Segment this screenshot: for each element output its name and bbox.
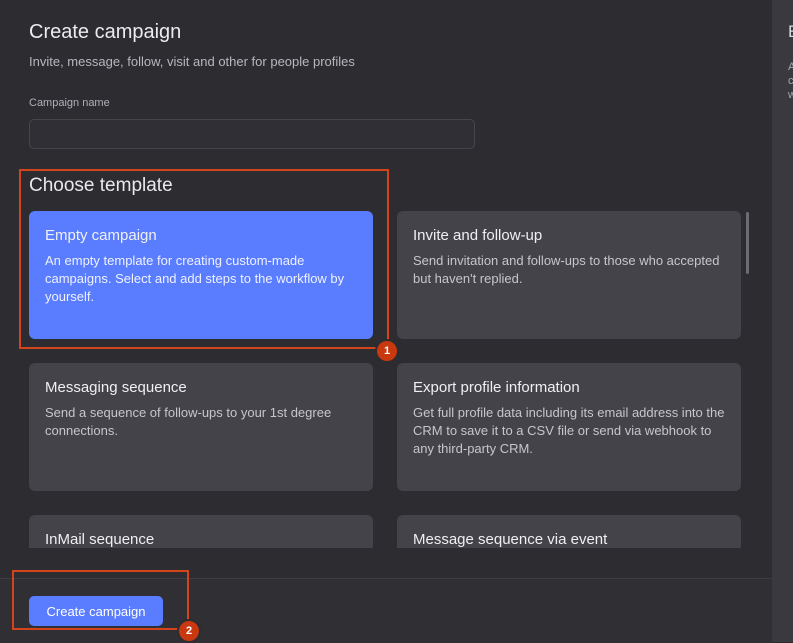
campaign-name-input[interactable] — [29, 119, 475, 149]
template-card-description: Send invitation and follow-ups to those … — [413, 253, 720, 286]
side-panel-line: w — [788, 89, 793, 101]
template-card-title: Empty campaign — [45, 227, 157, 244]
choose-template-heading: Choose template — [29, 175, 173, 196]
template-card-description: An empty template for creating custom-ma… — [45, 253, 345, 304]
template-card-inmail-sequence[interactable]: InMail sequence — [29, 515, 373, 548]
template-card-title: Invite and follow-up — [413, 227, 543, 244]
template-card-invite-follow-up[interactable]: Invite and follow-up Send invitation and… — [397, 211, 741, 339]
side-panel-line: A — [788, 61, 793, 73]
side-panel-heading: E — [788, 22, 793, 42]
template-card-title: Export profile information — [413, 379, 580, 396]
side-panel: E A c w — [772, 0, 793, 642]
template-card-empty-campaign[interactable]: Empty campaign An empty template for cre… — [29, 211, 373, 339]
template-card-export-profile-information[interactable]: Export profile information Get full prof… — [397, 363, 741, 491]
side-panel-line: c — [788, 75, 793, 87]
template-card-title: Message sequence via event — [413, 531, 608, 548]
template-card-message-sequence-via-event[interactable]: Message sequence via event — [397, 515, 741, 548]
template-card-description: Send a sequence of follow-ups to your 1s… — [45, 405, 332, 438]
page-title: Create campaign — [29, 21, 182, 43]
template-list-scrollbar[interactable] — [746, 212, 749, 274]
create-campaign-button[interactable]: Create campaign — [29, 596, 163, 626]
side-panel-text: A c w — [788, 60, 793, 102]
template-grid: Empty campaign An empty template for cre… — [0, 205, 772, 548]
step-badge-2: 2 — [177, 619, 201, 643]
template-card-description: Get full profile data including its emai… — [413, 405, 725, 456]
page-subtitle: Invite, message, follow, visit and other… — [29, 54, 355, 69]
template-card-title: Messaging sequence — [45, 379, 187, 396]
template-card-messaging-sequence[interactable]: Messaging sequence Send a sequence of fo… — [29, 363, 373, 491]
step-badge-1: 1 — [375, 339, 399, 363]
create-campaign-panel: Create campaign Invite, message, follow,… — [0, 0, 772, 643]
campaign-name-label: Campaign name — [29, 97, 110, 109]
template-card-title: InMail sequence — [45, 531, 155, 548]
